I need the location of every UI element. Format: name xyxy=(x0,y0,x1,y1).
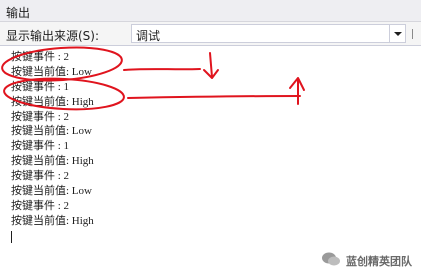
annotation-down-arrow-icon xyxy=(203,52,219,79)
annotation-circle-2 xyxy=(3,77,125,111)
wechat-icon xyxy=(322,252,340,266)
red-annotation-overlay xyxy=(1,46,305,111)
annotation-line-high xyxy=(127,95,301,99)
annotation-line-low xyxy=(123,68,201,71)
annotation-up-arrow-icon xyxy=(289,77,305,105)
watermark-text: 蓝创精英团队 xyxy=(346,255,412,268)
watermark: 蓝创精英团队 xyxy=(320,250,412,270)
